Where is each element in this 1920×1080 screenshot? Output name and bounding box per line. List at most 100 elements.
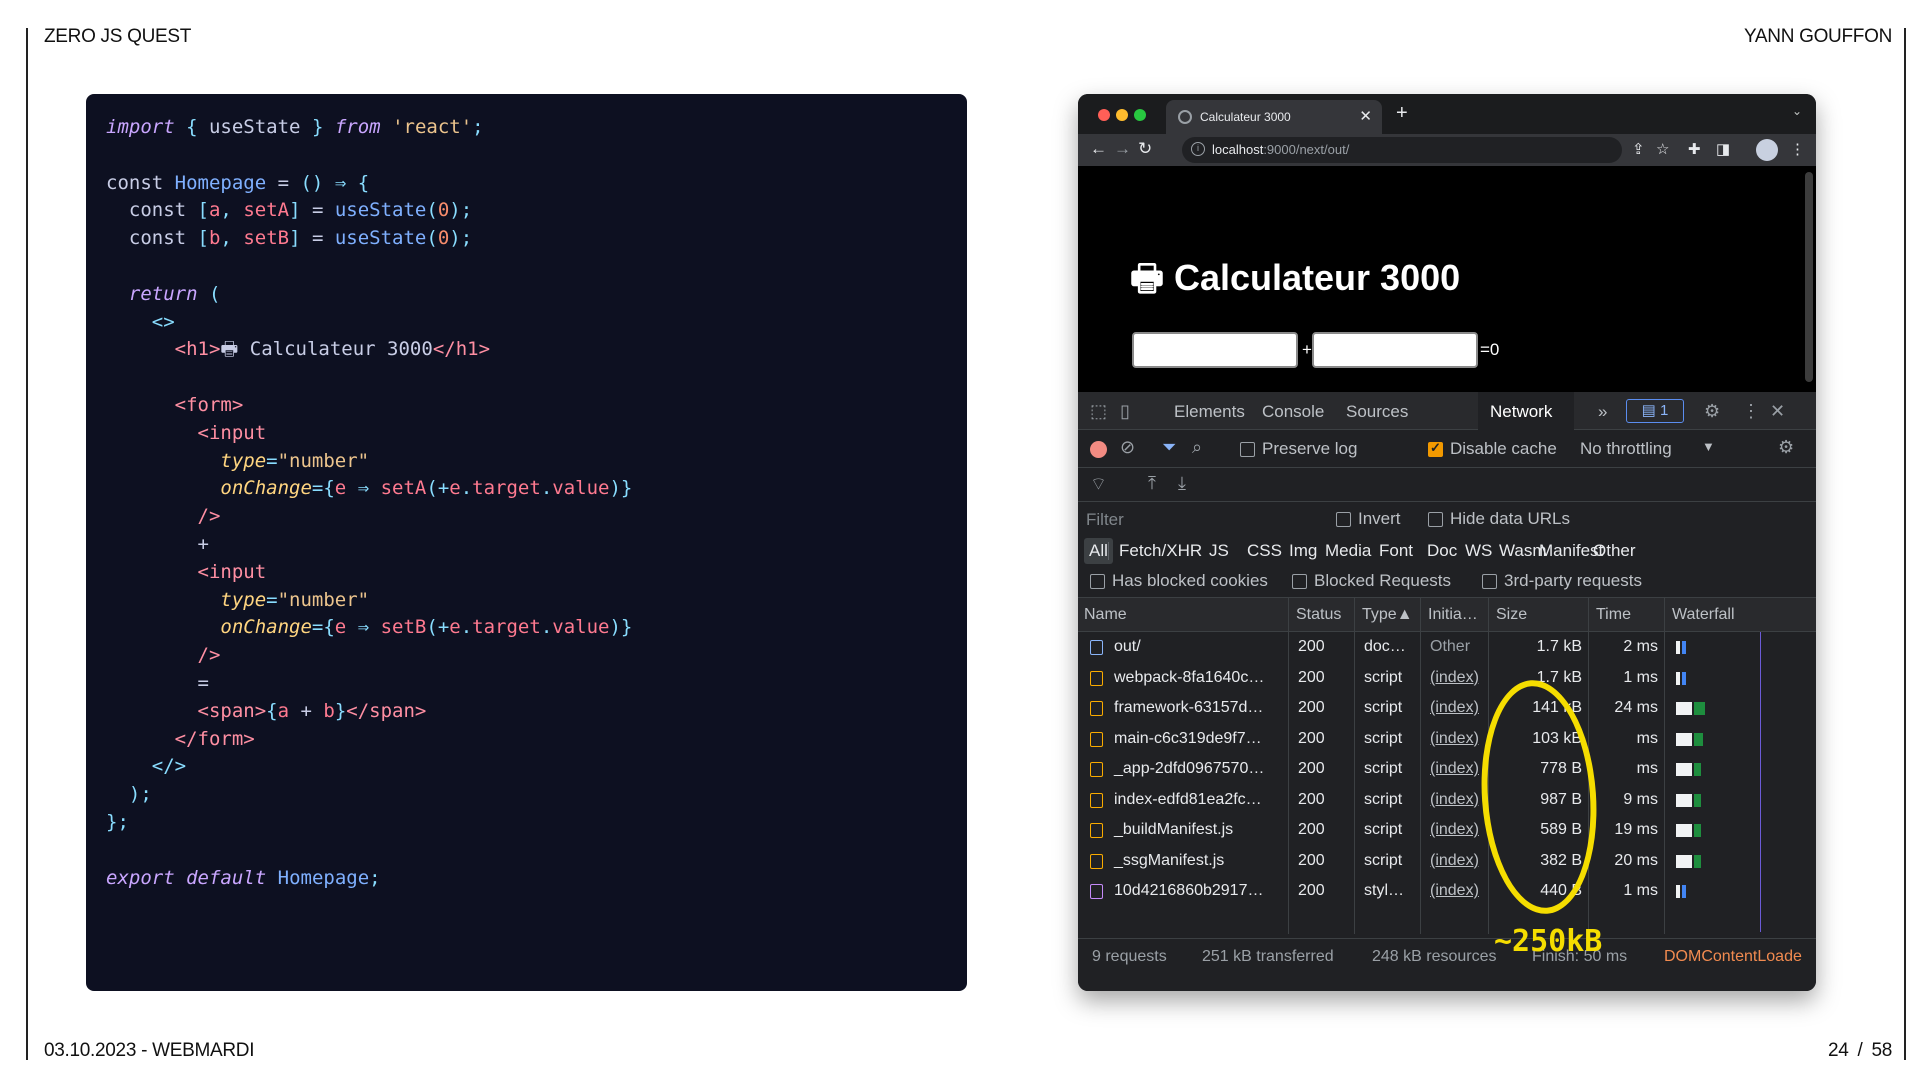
type-filter-fetch-xhr[interactable]: Fetch/XHR (1114, 538, 1207, 564)
col-type[interactable]: Type▲ (1362, 606, 1413, 624)
network-conditions-icon[interactable]: ⌔ (1090, 473, 1107, 496)
settings-gear-icon[interactable]: ⚙ (1704, 401, 1720, 422)
devtools-menu-icon[interactable]: ⋮ (1742, 401, 1760, 422)
cell-initiator[interactable]: (index) (1430, 852, 1479, 870)
type-filter-img[interactable]: Img (1284, 538, 1322, 564)
side-panel-icon[interactable]: ◨ (1716, 140, 1730, 158)
invert-checkbox[interactable] (1336, 512, 1351, 527)
network-settings-icon[interactable]: ⚙ (1778, 437, 1794, 458)
tab-elements[interactable]: Elements (1174, 402, 1245, 422)
browser-menu-icon[interactable]: ⋮ (1790, 140, 1805, 158)
tab-sources[interactable]: Sources (1346, 402, 1408, 422)
bookmark-star-icon[interactable]: ☆ (1656, 140, 1669, 158)
cell-name[interactable]: framework-63157d… (1114, 699, 1263, 717)
tab-network[interactable]: Network (1490, 402, 1552, 422)
col-initiator[interactable]: Initia… (1428, 606, 1478, 624)
table-row[interactable]: out/200 doc… Other 1.7 kB 2 ms (1078, 632, 1816, 663)
table-row[interactable]: _app-2dfd0967570… 200 script (index) 778 Bms (1078, 754, 1816, 785)
col-time[interactable]: Time (1596, 606, 1631, 624)
preserve-log-checkbox[interactable] (1240, 442, 1255, 457)
cell-name[interactable]: out/ (1114, 638, 1141, 656)
cell-name[interactable]: main-c6c319de9f7… (1114, 730, 1262, 748)
search-icon[interactable]: ⌕ (1192, 437, 1202, 458)
number-input-b[interactable] (1312, 332, 1478, 368)
cell-name[interactable]: _buildManifest.js (1114, 821, 1233, 839)
import-har-icon[interactable]: ⤒ (1148, 473, 1156, 494)
page-viewport: 🖶 Calculateur 3000 + =0 (1078, 166, 1816, 392)
col-size[interactable]: Size (1496, 606, 1527, 624)
browser-tab[interactable]: Calculateur 3000 ✕ (1166, 100, 1382, 134)
back-icon[interactable]: ← (1090, 139, 1107, 159)
cell-name[interactable]: _app-2dfd0967570… (1114, 760, 1264, 778)
third-party-checkbox[interactable] (1482, 574, 1497, 589)
new-tab-button[interactable]: + (1396, 102, 1408, 125)
has-blocked-cookies-checkbox[interactable] (1090, 574, 1105, 589)
url-text: localhost:9000/next/out/ (1212, 142, 1349, 157)
blocked-requests-checkbox[interactable] (1292, 574, 1307, 589)
export-har-icon[interactable]: ⤓ (1178, 473, 1186, 494)
table-row[interactable]: _ssgManifest.js 200 script (index) 382 B 20 m… (1078, 846, 1816, 877)
clear-icon[interactable]: ⊘ (1120, 437, 1135, 458)
cell-initiator[interactable]: (index) (1430, 730, 1479, 748)
profile-avatar[interactable] (1756, 139, 1778, 161)
cell-initiator[interactable]: (index) (1430, 760, 1479, 778)
extensions-icon[interactable]: ✚ (1688, 140, 1701, 158)
cell-name[interactable]: _ssgManifest.js (1114, 852, 1224, 870)
col-name[interactable]: Name (1084, 606, 1127, 624)
code-line: </> (106, 753, 947, 781)
tab-console[interactable]: Console (1262, 402, 1324, 422)
window-zoom-button[interactable] (1134, 109, 1146, 121)
table-row[interactable]: main-c6c319de9f7… 200 script (index) 103 kB m… (1078, 724, 1816, 755)
tab-close-icon[interactable]: ✕ (1359, 107, 1372, 125)
viewport-scrollbar[interactable] (1805, 172, 1813, 382)
filter-input[interactable]: Filter (1078, 502, 1318, 536)
tab-search-icon[interactable]: ⌄ (1792, 104, 1802, 118)
table-row[interactable]: index-edfd81ea2fc… 200 script (index) 987 B9… (1078, 785, 1816, 816)
type-filter-css[interactable]: CSS (1242, 538, 1287, 564)
forward-icon[interactable]: → (1114, 139, 1131, 159)
code-token: value (552, 477, 610, 500)
cell-name[interactable]: webpack-8fa1640c… (1114, 669, 1264, 687)
filter-icon[interactable]: ⏷ (1162, 437, 1176, 458)
type-filter-ws[interactable]: WS (1460, 538, 1497, 564)
col-waterfall[interactable]: Waterfall (1672, 606, 1735, 624)
more-tabs-icon[interactable]: » (1598, 402, 1607, 422)
share-icon[interactable]: ⇪ (1632, 140, 1645, 158)
highlight-label: ~250kB (1494, 924, 1603, 959)
info-icon[interactable]: i (1191, 142, 1205, 156)
cell-initiator[interactable]: (index) (1430, 821, 1479, 839)
col-status[interactable]: Status (1296, 606, 1341, 624)
cell-type: script (1364, 851, 1403, 869)
throttling-dropdown-icon[interactable]: ▼ (1702, 439, 1715, 454)
table-row[interactable]: _buildManifest.js 200 script (index) 589 B 19… (1078, 815, 1816, 846)
close-devtools-icon[interactable]: ✕ (1770, 401, 1785, 422)
address-bar[interactable]: i localhost:9000/next/out/ (1182, 137, 1622, 163)
table-row[interactable]: webpack-8fa1640c… 200 script (index) 1.7 kB 1… (1078, 663, 1816, 694)
type-filter-media[interactable]: Media (1320, 538, 1376, 564)
type-filter-js[interactable]: JS (1204, 538, 1234, 564)
cell-initiator[interactable]: Other (1430, 638, 1470, 656)
record-icon[interactable] (1090, 441, 1107, 458)
disable-cache-checkbox[interactable] (1428, 440, 1443, 457)
throttling-select[interactable]: No throttling (1580, 439, 1672, 459)
type-filter-doc[interactable]: Doc (1422, 538, 1462, 564)
inspect-element-icon[interactable]: ⬚ (1090, 401, 1107, 422)
cell-initiator[interactable]: (index) (1430, 791, 1479, 809)
cell-name[interactable]: 10d4216860b2917… (1114, 882, 1263, 900)
cell-initiator[interactable]: (index) (1430, 882, 1479, 900)
window-close-button[interactable] (1098, 109, 1110, 121)
number-input-a[interactable] (1132, 332, 1298, 368)
cell-name[interactable]: index-edfd81ea2fc… (1114, 791, 1262, 809)
table-row[interactable]: 10d4216860b2917… 200 styl… (index) 440 B1 ms (1078, 876, 1816, 907)
cell-initiator[interactable]: (index) (1430, 669, 1479, 687)
doc-file-icon (1090, 640, 1103, 655)
window-minimize-button[interactable] (1116, 109, 1128, 121)
type-filter-font[interactable]: Font (1374, 538, 1418, 564)
type-filter-other[interactable]: Other (1588, 538, 1641, 564)
cell-initiator[interactable]: (index) (1430, 699, 1479, 717)
table-row[interactable]: framework-63157d… 200 script (index) 141 kB 2… (1078, 693, 1816, 724)
reload-icon[interactable]: ↻ (1138, 139, 1152, 159)
hide-data-urls-checkbox[interactable] (1428, 512, 1443, 527)
messages-badge[interactable]: ▤ 1 (1626, 399, 1684, 423)
device-toolbar-icon[interactable]: ▯ (1120, 401, 1130, 422)
